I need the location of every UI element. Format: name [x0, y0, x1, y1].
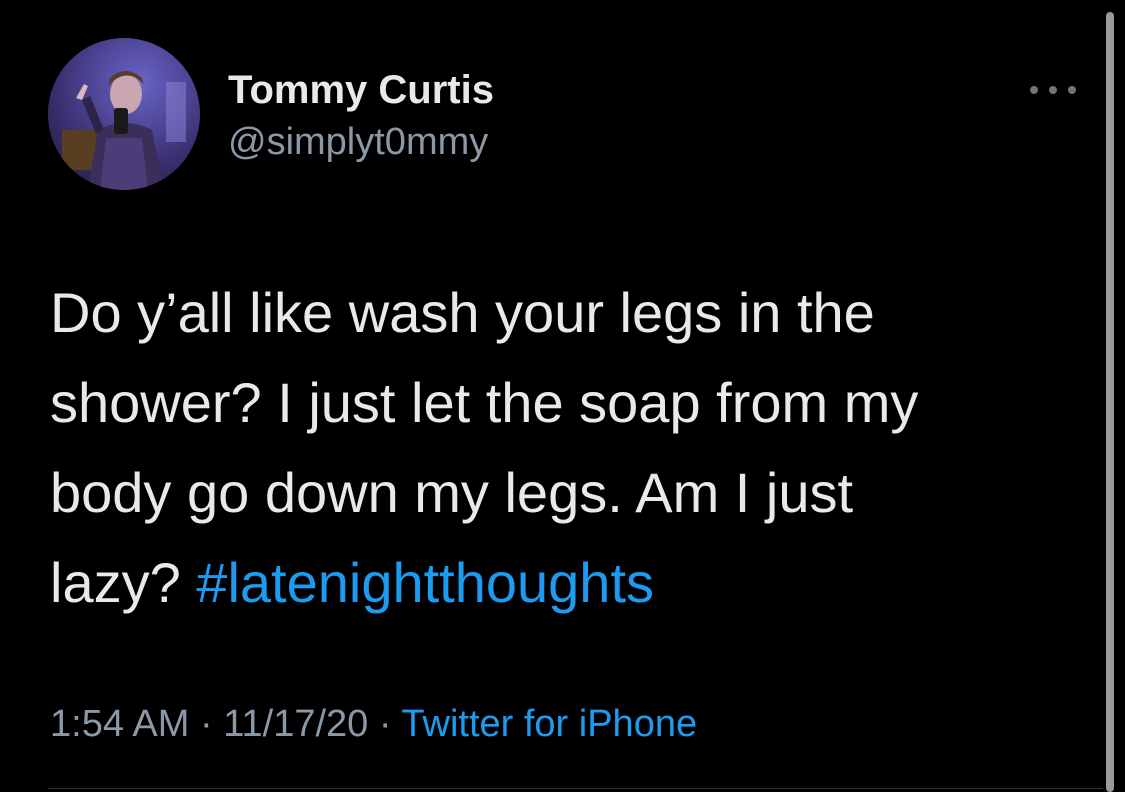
tweet: Tommy Curtis @simplyt0mmy Do y’all like …: [0, 0, 1125, 792]
tweet-text-line: shower? I just let the soap from my: [50, 371, 919, 434]
tweet-time[interactable]: 1:54 AM: [50, 703, 189, 745]
dot: [1068, 86, 1076, 94]
tweet-text-line: lazy? #latenightthoughts: [50, 538, 1070, 628]
meta-separator: ·: [189, 703, 224, 745]
tweet-meta: 1:54 AM · 11/17/20 · Twitter for iPhone: [50, 700, 697, 748]
hashtag-link[interactable]: #latenightthoughts: [196, 551, 654, 614]
divider: [48, 788, 1103, 789]
tweet-source-link[interactable]: Twitter for iPhone: [401, 703, 697, 745]
user-handle[interactable]: @simplyt0mmy: [228, 120, 488, 164]
tweet-text-line: Do y’all like wash your legs in the: [50, 281, 875, 344]
tweet-text-line: body go down my legs. Am I just: [50, 461, 854, 524]
avatar[interactable]: [48, 38, 200, 190]
tweet-text-fragment: lazy?: [50, 551, 197, 614]
more-options-icon[interactable]: [1030, 80, 1076, 100]
tweet-date[interactable]: 11/17/20: [223, 703, 368, 745]
dot: [1030, 86, 1038, 94]
meta-separator: ·: [368, 703, 402, 745]
avatar-image: [48, 38, 200, 190]
scrollbar[interactable]: [1106, 12, 1114, 792]
tweet-text: Do y’all like wash your legs in the show…: [50, 268, 1070, 628]
display-name[interactable]: Tommy Curtis: [228, 68, 494, 112]
dot: [1049, 86, 1057, 94]
